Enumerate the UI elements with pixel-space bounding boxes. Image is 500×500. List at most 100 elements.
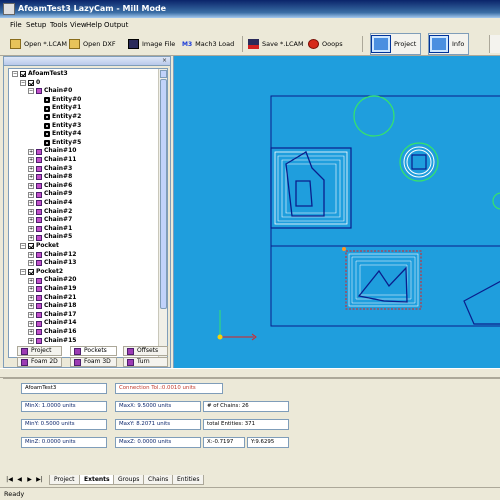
tree-group[interactable]: − Pocket2	[20, 268, 63, 277]
menu-file[interactable]: File	[10, 20, 22, 30]
tree-chain[interactable]: + Chain#12	[28, 251, 76, 260]
collapse-icon[interactable]: −	[20, 79, 26, 86]
checkbox-icon[interactable]	[36, 294, 42, 301]
menu-view[interactable]: View	[70, 20, 87, 30]
scrollbar-thumb[interactable]	[160, 79, 167, 309]
expand-icon[interactable]: +	[28, 200, 34, 207]
horizontal-splitter[interactable]	[0, 368, 500, 378]
checkbox-icon[interactable]	[36, 260, 42, 267]
checkbox-icon[interactable]	[36, 88, 42, 95]
checkbox-icon[interactable]	[36, 312, 42, 319]
tree-chain[interactable]: + Chain#6	[28, 182, 72, 191]
checkbox-icon[interactable]	[44, 105, 50, 112]
tree-entity[interactable]: Entity#5	[36, 139, 81, 148]
checkbox-icon[interactable]	[36, 303, 42, 310]
tab-chains[interactable]: Chains	[143, 475, 174, 485]
checkbox-icon[interactable]	[36, 148, 42, 155]
tab-project-bottom[interactable]: Project	[49, 475, 80, 485]
tab-extents[interactable]: Extents	[79, 475, 115, 485]
tree-group[interactable]: −0	[20, 79, 40, 88]
tree-chain[interactable]: + Chain#16	[28, 328, 76, 337]
tree-chain[interactable]: + Chain#19	[28, 285, 76, 294]
checkbox-icon[interactable]	[36, 234, 42, 241]
tree-root[interactable]: − AfoamTest3	[12, 70, 68, 79]
tab-foam-2d[interactable]: Foam 2D	[17, 357, 62, 367]
first-tab-icon[interactable]: |◀	[6, 476, 13, 484]
image-file-button[interactable]: Image File	[128, 35, 175, 53]
scroll-up-arrow-icon[interactable]	[160, 70, 167, 78]
checkbox-icon[interactable]	[20, 71, 26, 78]
expand-icon[interactable]: +	[28, 329, 34, 336]
tree-chain[interactable]: + Chain#8	[28, 173, 72, 182]
tree-entity[interactable]: Entity#2	[36, 113, 81, 122]
checkbox-icon[interactable]	[36, 200, 42, 207]
tree-chain[interactable]: − Chain#0	[28, 87, 72, 96]
expand-icon[interactable]: +	[28, 337, 34, 344]
menu-output[interactable]: Output	[104, 20, 128, 30]
tree-entity[interactable]: Entity#4	[36, 130, 81, 139]
tree-chain[interactable]: + Chain#14	[28, 319, 76, 328]
checkbox-icon[interactable]	[44, 97, 50, 104]
tab-pockets[interactable]: Pockets	[70, 346, 117, 356]
tree-chain[interactable]: + Chain#21	[28, 294, 76, 303]
drawing-canvas[interactable]	[173, 56, 500, 368]
checkbox-icon[interactable]	[36, 208, 42, 215]
expand-icon[interactable]: +	[28, 191, 34, 198]
tab-groups[interactable]: Groups	[113, 475, 145, 485]
tree-chain[interactable]: + Chain#11	[28, 156, 76, 165]
close-icon[interactable]: ×	[161, 58, 168, 64]
checkbox-icon[interactable]	[36, 226, 42, 233]
expand-icon[interactable]: +	[28, 217, 34, 224]
checkbox-icon[interactable]	[36, 157, 42, 164]
expand-icon[interactable]: +	[28, 251, 34, 258]
tree-entity[interactable]: Entity#1	[36, 104, 81, 113]
menu-tools[interactable]: Tools	[50, 20, 67, 30]
prev-tab-icon[interactable]: ◀	[16, 476, 23, 484]
expand-icon[interactable]: +	[28, 303, 34, 310]
toolbar-overflow[interactable]	[489, 35, 500, 53]
open-dxf-button[interactable]: Open DXF	[69, 35, 116, 53]
tree-chain[interactable]: + Chain#5	[28, 233, 72, 242]
tree-chain[interactable]: + Chain#1	[28, 225, 72, 234]
checkbox-icon[interactable]	[36, 191, 42, 198]
collapse-icon[interactable]: −	[20, 243, 26, 250]
open-lcam-button[interactable]: Open *.LCAM	[10, 35, 67, 53]
tree-chain[interactable]: + Chain#15	[28, 337, 76, 346]
expand-icon[interactable]: +	[28, 260, 34, 267]
expand-icon[interactable]: +	[28, 183, 34, 190]
next-tab-icon[interactable]: ▶	[26, 476, 33, 484]
checkbox-icon[interactable]	[36, 277, 42, 284]
collapse-icon[interactable]: −	[28, 88, 34, 95]
collapse-icon[interactable]: −	[12, 71, 18, 78]
checkbox-icon[interactable]	[36, 217, 42, 224]
tree-chain[interactable]: + Chain#2	[28, 208, 72, 217]
expand-icon[interactable]: +	[28, 294, 34, 301]
tree-chain[interactable]: + Chain#3	[28, 165, 72, 174]
tree-chain[interactable]: + Chain#17	[28, 311, 76, 320]
checkbox-icon[interactable]	[36, 320, 42, 327]
expand-icon[interactable]: +	[28, 208, 34, 215]
save-lcam-button[interactable]: Save *.LCAM	[248, 35, 304, 53]
collapse-icon[interactable]: −	[20, 269, 26, 276]
mach3-load-button[interactable]: M3 Mach3 Load	[182, 35, 234, 53]
project-tree[interactable]: − AfoamTest3−0− Chain#0 Entity#0 Entity#1 Ent…	[8, 68, 168, 358]
tree-entity[interactable]: Entity#0	[36, 96, 81, 105]
checkbox-icon[interactable]	[36, 286, 42, 293]
tree-chain[interactable]: + Chain#10	[28, 147, 76, 156]
tab-turn[interactable]: Turn	[123, 357, 168, 367]
tab-foam-3d[interactable]: Foam 3D	[70, 357, 117, 367]
expand-icon[interactable]: +	[28, 174, 34, 181]
checkbox-icon[interactable]	[36, 165, 42, 172]
checkbox-icon[interactable]	[44, 131, 50, 138]
menu-help[interactable]: Help	[86, 20, 102, 30]
expand-icon[interactable]: +	[28, 157, 34, 164]
tree-chain[interactable]: + Chain#9	[28, 190, 72, 199]
tree-group[interactable]: − Pocket	[20, 242, 59, 251]
ooops-button[interactable]: Ooops	[308, 35, 343, 53]
tree-scrollbar[interactable]	[158, 69, 167, 357]
expand-icon[interactable]: +	[28, 234, 34, 241]
checkbox-icon[interactable]	[28, 79, 34, 86]
menu-setup[interactable]: Setup	[26, 20, 46, 30]
tree-entity[interactable]: Entity#3	[36, 122, 81, 131]
tree-chain[interactable]: + Chain#20	[28, 276, 76, 285]
